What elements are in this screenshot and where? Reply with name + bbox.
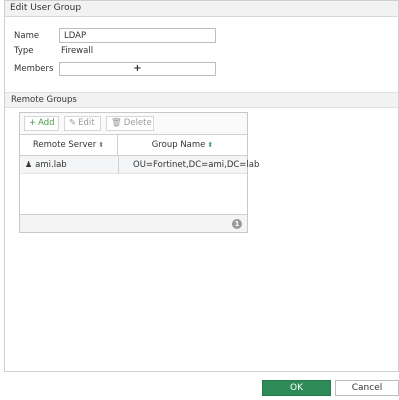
delete-button-label: Delete xyxy=(123,118,152,128)
ok-button[interactable]: OK xyxy=(262,380,331,396)
add-button[interactable]: + Add xyxy=(24,116,59,131)
remote-groups-panel: + Add ✎ Edit 🗑 Delete Remote Server ⬍ Group … xyxy=(19,112,260,233)
table-footer: 1 xyxy=(20,214,247,232)
user-group-icon: ♟ xyxy=(25,160,33,169)
members-label: Members xyxy=(14,64,54,74)
remote-server-cell: ♟ ami.lab xyxy=(25,156,117,174)
delete-button[interactable]: 🗑 Delete xyxy=(106,116,154,131)
row-count-badge: 1 xyxy=(232,219,242,229)
trash-icon: 🗑 xyxy=(111,118,122,128)
dialog-title: Edit User Group xyxy=(5,1,398,17)
table-header: Remote Server ⬍ Group Name ⬍ xyxy=(20,135,247,156)
dialog-footer: OK Cancel xyxy=(0,372,399,400)
edit-button[interactable]: ✎ Edit xyxy=(64,116,101,131)
add-button-label: Add xyxy=(38,118,55,128)
edit-button-label: Edit xyxy=(78,118,95,128)
column-header-group-name[interactable]: Group Name ⬍ xyxy=(118,135,247,156)
remote-groups-header: Remote Groups xyxy=(5,92,398,108)
plus-icon: + xyxy=(133,63,142,74)
sort-icon: ⬍ xyxy=(98,141,105,149)
edit-user-group-dialog: Edit User Group Name Type Firewall Membe… xyxy=(4,0,399,372)
column-header-remote-server[interactable]: Remote Server ⬍ xyxy=(20,135,118,156)
type-value: Firewall xyxy=(61,46,94,56)
column-divider xyxy=(118,156,119,174)
pencil-icon: ✎ xyxy=(69,118,77,128)
name-input[interactable] xyxy=(59,28,216,43)
cancel-button[interactable]: Cancel xyxy=(335,380,399,396)
remote-groups-table: Remote Server ⬍ Group Name ⬍ ♟ ami.lab OU=F… xyxy=(20,135,260,174)
sort-icon: ⬍ xyxy=(207,141,214,149)
column-header-label: Remote Server xyxy=(32,140,97,150)
column-header-label: Group Name xyxy=(151,140,206,150)
members-select[interactable]: + xyxy=(59,62,216,76)
remote-groups-toolbar: + Add ✎ Edit 🗑 Delete xyxy=(20,113,247,135)
name-label: Name xyxy=(14,31,40,41)
table-row[interactable]: ♟ ami.lab OU=Fortinet,DC=ami,DC=lab xyxy=(20,156,260,174)
plus-icon: + xyxy=(29,118,37,128)
remote-server-value: ami.lab xyxy=(35,160,67,170)
group-name-cell: OU=Fortinet,DC=ami,DC=lab xyxy=(133,160,260,170)
type-label: Type xyxy=(14,46,34,56)
